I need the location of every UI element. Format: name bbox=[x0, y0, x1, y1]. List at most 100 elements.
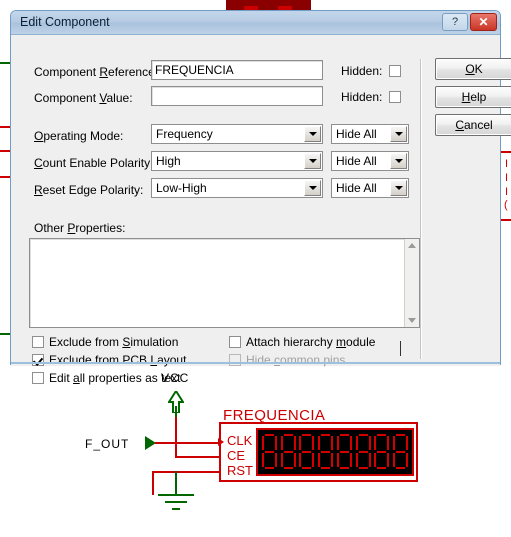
ok-button[interactable]: OK bbox=[435, 58, 511, 80]
close-titlebar-button[interactable]: ✕ bbox=[470, 13, 497, 31]
help-button[interactable]: Help bbox=[435, 86, 511, 108]
scroll-up-icon[interactable] bbox=[406, 239, 419, 252]
dialog-body: Component Reference: Hidden: Component V… bbox=[11, 35, 511, 385]
chevron-down-icon[interactable] bbox=[390, 153, 407, 169]
segment-f bbox=[374, 436, 377, 450]
segment-d bbox=[321, 467, 331, 469]
segment-e bbox=[355, 453, 358, 467]
reset-edge-polarity-combo[interactable]: Low-High bbox=[151, 178, 323, 198]
segment-c bbox=[275, 453, 277, 467]
label-part: roperties: bbox=[75, 221, 126, 235]
segment-f bbox=[355, 436, 358, 450]
count-enable-polarity-visibility-combo[interactable]: Hide All bbox=[331, 151, 409, 171]
seven-segment-digit bbox=[392, 434, 408, 470]
segment-f bbox=[392, 436, 395, 450]
chevron-down-icon[interactable] bbox=[304, 180, 321, 196]
attach-hierarchy-module-row[interactable]: Attach hierarchy module bbox=[229, 335, 375, 349]
seven-segment-digit bbox=[299, 434, 315, 470]
label-part: imulation bbox=[130, 335, 179, 349]
edit-all-properties-as-text-checkbox[interactable] bbox=[32, 372, 44, 384]
segment-a bbox=[302, 434, 312, 436]
exclude-from-pcb-layout-label: Exclude from PCB Layout bbox=[49, 353, 186, 367]
segment-a bbox=[395, 434, 405, 436]
component-value-hidden-checkbox-wrap[interactable]: Hidden: bbox=[341, 90, 402, 104]
segment-g bbox=[302, 451, 312, 453]
edit-all-properties-as-text-row[interactable]: Edit all properties as text bbox=[32, 371, 180, 385]
label-mnemonic: R bbox=[99, 65, 109, 79]
attach-hierarchy-module-checkbox[interactable] bbox=[229, 336, 241, 348]
segment-a bbox=[339, 434, 349, 436]
ground-bar-1 bbox=[158, 494, 194, 496]
label-mnemonic: O bbox=[465, 62, 475, 76]
segment-g bbox=[395, 451, 405, 453]
segment-e bbox=[374, 453, 377, 467]
close-icon: ✕ bbox=[478, 15, 489, 29]
chevron-down-icon[interactable] bbox=[304, 126, 321, 142]
label-part: ancel bbox=[463, 118, 493, 132]
operating-mode-visibility-combo[interactable]: Hide All bbox=[331, 124, 409, 144]
clipped-pin-label: I bbox=[505, 158, 509, 170]
other-properties-textarea[interactable] bbox=[29, 238, 420, 328]
wire-rst-down bbox=[152, 471, 154, 495]
label-mnemonic: V bbox=[99, 91, 107, 105]
reset-edge-polarity-value: Low-High bbox=[156, 181, 207, 195]
label-part: Exclude from bbox=[49, 335, 123, 349]
segment-d bbox=[265, 467, 274, 469]
segment-a bbox=[265, 434, 274, 436]
exclude-from-pcb-layout-checkbox[interactable] bbox=[32, 354, 44, 366]
label-part: Component bbox=[34, 65, 100, 79]
segment-e bbox=[336, 453, 339, 467]
help-titlebar-button[interactable]: ? bbox=[442, 13, 468, 31]
exclude-from-simulation-checkbox[interactable] bbox=[32, 336, 44, 348]
segment-f bbox=[280, 436, 283, 450]
segment-b bbox=[405, 436, 408, 450]
label-mnemonic: C bbox=[455, 118, 464, 132]
seven-segment-digit bbox=[336, 434, 352, 470]
seven-segment-digit bbox=[280, 434, 296, 470]
exclude-from-pcb-layout-row[interactable]: Exclude from PCB Layout bbox=[32, 353, 186, 367]
hide-common-pins-row: Hide common pins bbox=[229, 353, 345, 367]
exclude-from-simulation-row[interactable]: Exclude from Simulation bbox=[32, 335, 178, 349]
component-reference-hidden-checkbox-wrap[interactable]: Hidden: bbox=[341, 64, 402, 78]
chevron-down-icon[interactable] bbox=[390, 126, 407, 142]
label-part: Edit bbox=[49, 371, 74, 385]
segment-a bbox=[377, 434, 387, 436]
component-reference-label: Component Reference: bbox=[34, 65, 158, 79]
segment-a bbox=[321, 434, 331, 436]
component-value-input[interactable] bbox=[151, 86, 323, 106]
seven-segment-digit bbox=[355, 434, 371, 470]
chevron-down-icon[interactable] bbox=[304, 153, 321, 169]
label-part: ount Enable Polarity: bbox=[42, 156, 154, 170]
label-part: eset Edge Polarity: bbox=[42, 183, 144, 197]
segment-b bbox=[312, 436, 315, 450]
ground-bar-2 bbox=[165, 501, 187, 503]
label-part: Other bbox=[34, 221, 68, 235]
reset-edge-polarity-visibility-value: Hide All bbox=[336, 181, 377, 195]
segment-c bbox=[387, 453, 390, 467]
segment-a bbox=[358, 434, 368, 436]
segment-g bbox=[377, 451, 387, 453]
component-value-hidden-checkbox[interactable] bbox=[389, 91, 402, 103]
component-reference-input[interactable] bbox=[151, 60, 323, 80]
label-part: alue: bbox=[106, 91, 133, 105]
operating-mode-combo[interactable]: Frequency bbox=[151, 124, 323, 144]
dialog-title: Edit Component bbox=[20, 15, 110, 29]
component-reference-hidden-checkbox[interactable] bbox=[389, 65, 402, 77]
segment-c bbox=[368, 453, 371, 467]
chevron-down-icon[interactable] bbox=[390, 180, 407, 196]
exclude-from-simulation-label: Exclude from Simulation bbox=[49, 335, 178, 349]
seven-segment-digit bbox=[318, 434, 334, 470]
operating-mode-label: Operating Mode: bbox=[34, 129, 123, 143]
segment-e bbox=[392, 453, 395, 467]
other-properties-scrollbar[interactable] bbox=[404, 239, 419, 327]
clipped-pin-label: ( bbox=[504, 199, 508, 211]
segment-b bbox=[368, 436, 371, 450]
scroll-down-icon[interactable] bbox=[406, 314, 419, 327]
label-mnemonic: m bbox=[336, 335, 347, 349]
reset-edge-polarity-visibility-combo[interactable]: Hide All bbox=[331, 178, 409, 198]
segment-f bbox=[336, 436, 339, 450]
segment-e bbox=[318, 453, 321, 467]
dialog-titlebar[interactable]: Edit Component ? ✕ bbox=[11, 11, 500, 35]
count-enable-polarity-combo[interactable]: High bbox=[151, 151, 323, 171]
cancel-button[interactable]: Cancel bbox=[435, 114, 511, 136]
